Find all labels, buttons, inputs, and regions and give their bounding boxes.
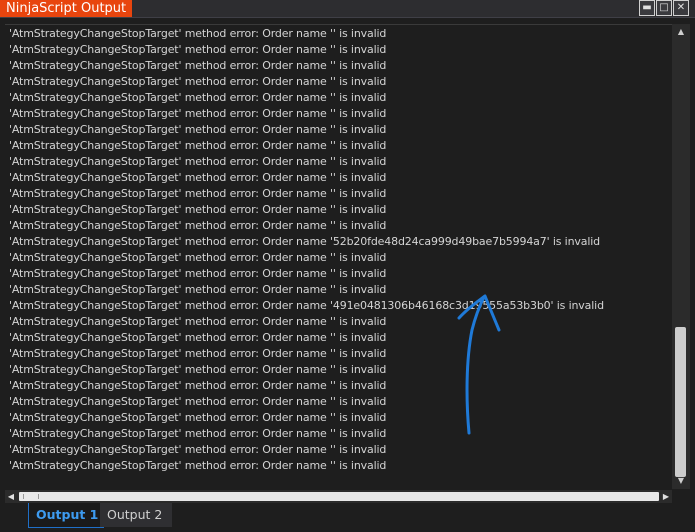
log-line: 'AtmStrategyChangeStopTarget' method err… [9,331,387,344]
vertical-scrollbar[interactable]: ▲ ▼ [672,24,690,489]
log-line: 'AtmStrategyChangeStopTarget' method err… [9,315,387,328]
close-icon[interactable]: ✕ [673,0,689,16]
horizontal-scroll-thumb[interactable] [19,492,659,501]
log-line: 'AtmStrategyChangeStopTarget' method err… [9,43,387,56]
log-line: 'AtmStrategyChangeStopTarget' method err… [9,75,387,88]
log-line: 'AtmStrategyChangeStopTarget' method err… [9,443,387,456]
log-line: 'AtmStrategyChangeStopTarget' method err… [9,283,387,296]
output-tab-strip: Output 1 Output 2 [0,503,695,532]
log-line: 'AtmStrategyChangeStopTarget' method err… [9,139,387,152]
log-line: 'AtmStrategyChangeStopTarget' method err… [9,379,387,392]
log-line: 'AtmStrategyChangeStopTarget' method err… [9,347,387,360]
vertical-scroll-thumb[interactable] [675,327,686,477]
log-line: 'AtmStrategyChangeStopTarget' method err… [9,267,387,280]
maximize-icon[interactable]: □ [656,0,672,16]
log-line: 'AtmStrategyChangeStopTarget' method err… [9,107,387,120]
log-line: 'AtmStrategyChangeStopTarget' method err… [9,411,387,424]
scroll-left-icon[interactable]: ◀ [5,490,17,503]
log-line: 'AtmStrategyChangeStopTarget' method err… [9,251,387,264]
log-line: 'AtmStrategyChangeStopTarget' method err… [9,155,387,168]
log-line: 'AtmStrategyChangeStopTarget' method err… [9,123,387,136]
grip-icon [23,494,39,499]
scroll-up-icon[interactable]: ▲ [672,24,690,40]
log-line: 'AtmStrategyChangeStopTarget' method err… [9,91,387,104]
horizontal-scrollbar[interactable]: ◀ ▶ [5,490,672,503]
log-lines: 'AtmStrategyChangeStopTarget' method err… [9,26,672,474]
log-line: 'AtmStrategyChangeStopTarget' method err… [9,203,387,216]
log-line: 'AtmStrategyChangeStopTarget' method err… [9,299,604,312]
log-line: 'AtmStrategyChangeStopTarget' method err… [9,219,387,232]
log-line: 'AtmStrategyChangeStopTarget' method err… [9,395,387,408]
log-line: 'AtmStrategyChangeStopTarget' method err… [9,235,600,248]
scroll-right-icon[interactable]: ▶ [660,490,672,503]
tab-output-2[interactable]: Output 2 [100,503,172,527]
title-bar: NinjaScript Output ▬ □ ✕ [0,0,695,18]
log-line: 'AtmStrategyChangeStopTarget' method err… [9,27,387,40]
log-line: 'AtmStrategyChangeStopTarget' method err… [9,59,387,72]
tab-output-1[interactable]: Output 1 [28,503,104,528]
minimize-icon[interactable]: ▬ [639,0,655,16]
scroll-down-icon[interactable]: ▼ [672,473,690,489]
log-line: 'AtmStrategyChangeStopTarget' method err… [9,459,387,472]
output-text-area[interactable]: 'AtmStrategyChangeStopTarget' method err… [5,24,672,474]
window-title: NinjaScript Output [0,0,133,17]
log-line: 'AtmStrategyChangeStopTarget' method err… [9,363,387,376]
log-line: 'AtmStrategyChangeStopTarget' method err… [9,187,387,200]
log-line: 'AtmStrategyChangeStopTarget' method err… [9,427,387,440]
log-line: 'AtmStrategyChangeStopTarget' method err… [9,171,387,184]
